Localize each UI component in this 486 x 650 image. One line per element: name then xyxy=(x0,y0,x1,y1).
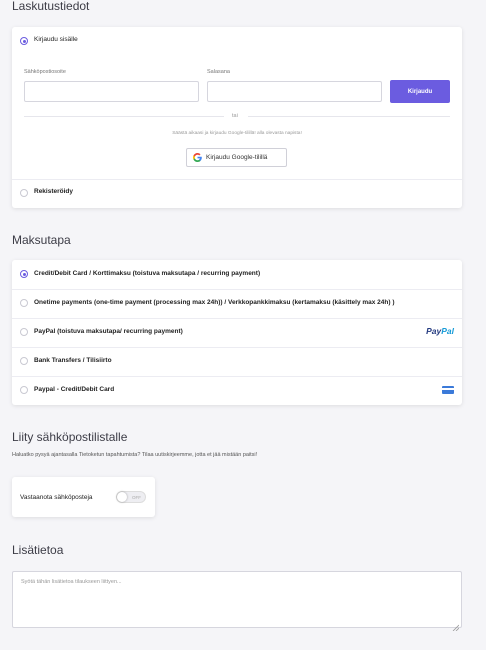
payment-radio-paypal-card[interactable] xyxy=(20,386,28,394)
register-radio[interactable] xyxy=(20,189,28,197)
extra-title: Lisätietoa xyxy=(12,543,64,557)
payment-option-paypal[interactable]: PayPal (toistuva maksutapa/ recurring pa… xyxy=(34,328,183,335)
newsletter-description: Haluatko pysyä ajantasalla Tietoketun ta… xyxy=(12,452,258,458)
billing-title: Laskutustiedot xyxy=(12,0,90,13)
extra-info-textarea[interactable]: Syötä tähän lisätietoa tilaukseen liitty… xyxy=(12,571,462,632)
payment-radio-paypal[interactable] xyxy=(20,328,28,336)
payment-radio-onetime[interactable] xyxy=(20,299,28,307)
google-hint: Säästä aikaasi ja kirjaudu Google-tilill… xyxy=(172,131,302,136)
payment-option-bank[interactable]: Bank Transfers / Tilisiirto xyxy=(34,357,112,364)
email-field[interactable] xyxy=(24,81,199,102)
payment-separator xyxy=(12,289,462,290)
payment-radio-card[interactable] xyxy=(20,270,28,278)
password-label: Salasana xyxy=(207,69,230,75)
newsletter-toggle[interactable]: OFF xyxy=(116,491,146,503)
google-login-button[interactable]: Kirjaudu Google-tilillä xyxy=(186,148,287,167)
newsletter-title: Liity sähköpostilistalle xyxy=(12,430,128,444)
paypal-logo: PayPal xyxy=(426,326,454,336)
toggle-state: OFF xyxy=(132,494,141,500)
payment-card: Credit/Debit Card / Korttimaksu (toistuv… xyxy=(12,260,462,405)
login-option-label[interactable]: Kirjaudu sisälle xyxy=(34,36,78,43)
payment-separator xyxy=(12,318,462,319)
payment-separator xyxy=(12,376,462,377)
newsletter-card: Vastaanota sähköposteja OFF xyxy=(12,477,155,517)
or-text: tai xyxy=(232,113,238,119)
textarea-placeholder: Syötä tähän lisätietoa tilaukseen liitty… xyxy=(21,579,122,585)
newsletter-toggle-label: Vastaanota sähköposteja xyxy=(20,494,93,501)
payment-title: Maksutapa xyxy=(12,233,71,247)
payment-option-onetime[interactable]: Onetime payments (one-time payment (proc… xyxy=(34,299,395,306)
google-icon xyxy=(193,153,202,162)
login-radio[interactable] xyxy=(20,37,28,45)
payment-option-paypal-card[interactable]: Paypal - Credit/Debit Card xyxy=(34,386,114,393)
divider-right xyxy=(248,116,450,117)
email-label: Sähköpostiosoite xyxy=(24,69,66,75)
login-button[interactable]: Kirjaudu xyxy=(390,80,450,103)
password-field[interactable] xyxy=(207,81,382,102)
payment-radio-bank[interactable] xyxy=(20,357,28,365)
billing-separator xyxy=(12,179,462,180)
toggle-knob xyxy=(117,492,127,502)
divider-left xyxy=(24,116,224,117)
payment-separator xyxy=(12,347,462,348)
resize-handle-icon[interactable] xyxy=(452,618,460,632)
credit-card-icon xyxy=(442,386,454,394)
payment-option-card[interactable]: Credit/Debit Card / Korttimaksu (toistuv… xyxy=(34,270,260,277)
billing-card: Kirjaudu sisälle Sähköpostiosoite Salasa… xyxy=(12,27,462,208)
google-button-label: Kirjaudu Google-tilillä xyxy=(206,154,268,161)
register-option-label[interactable]: Rekisteröidy xyxy=(34,188,73,195)
